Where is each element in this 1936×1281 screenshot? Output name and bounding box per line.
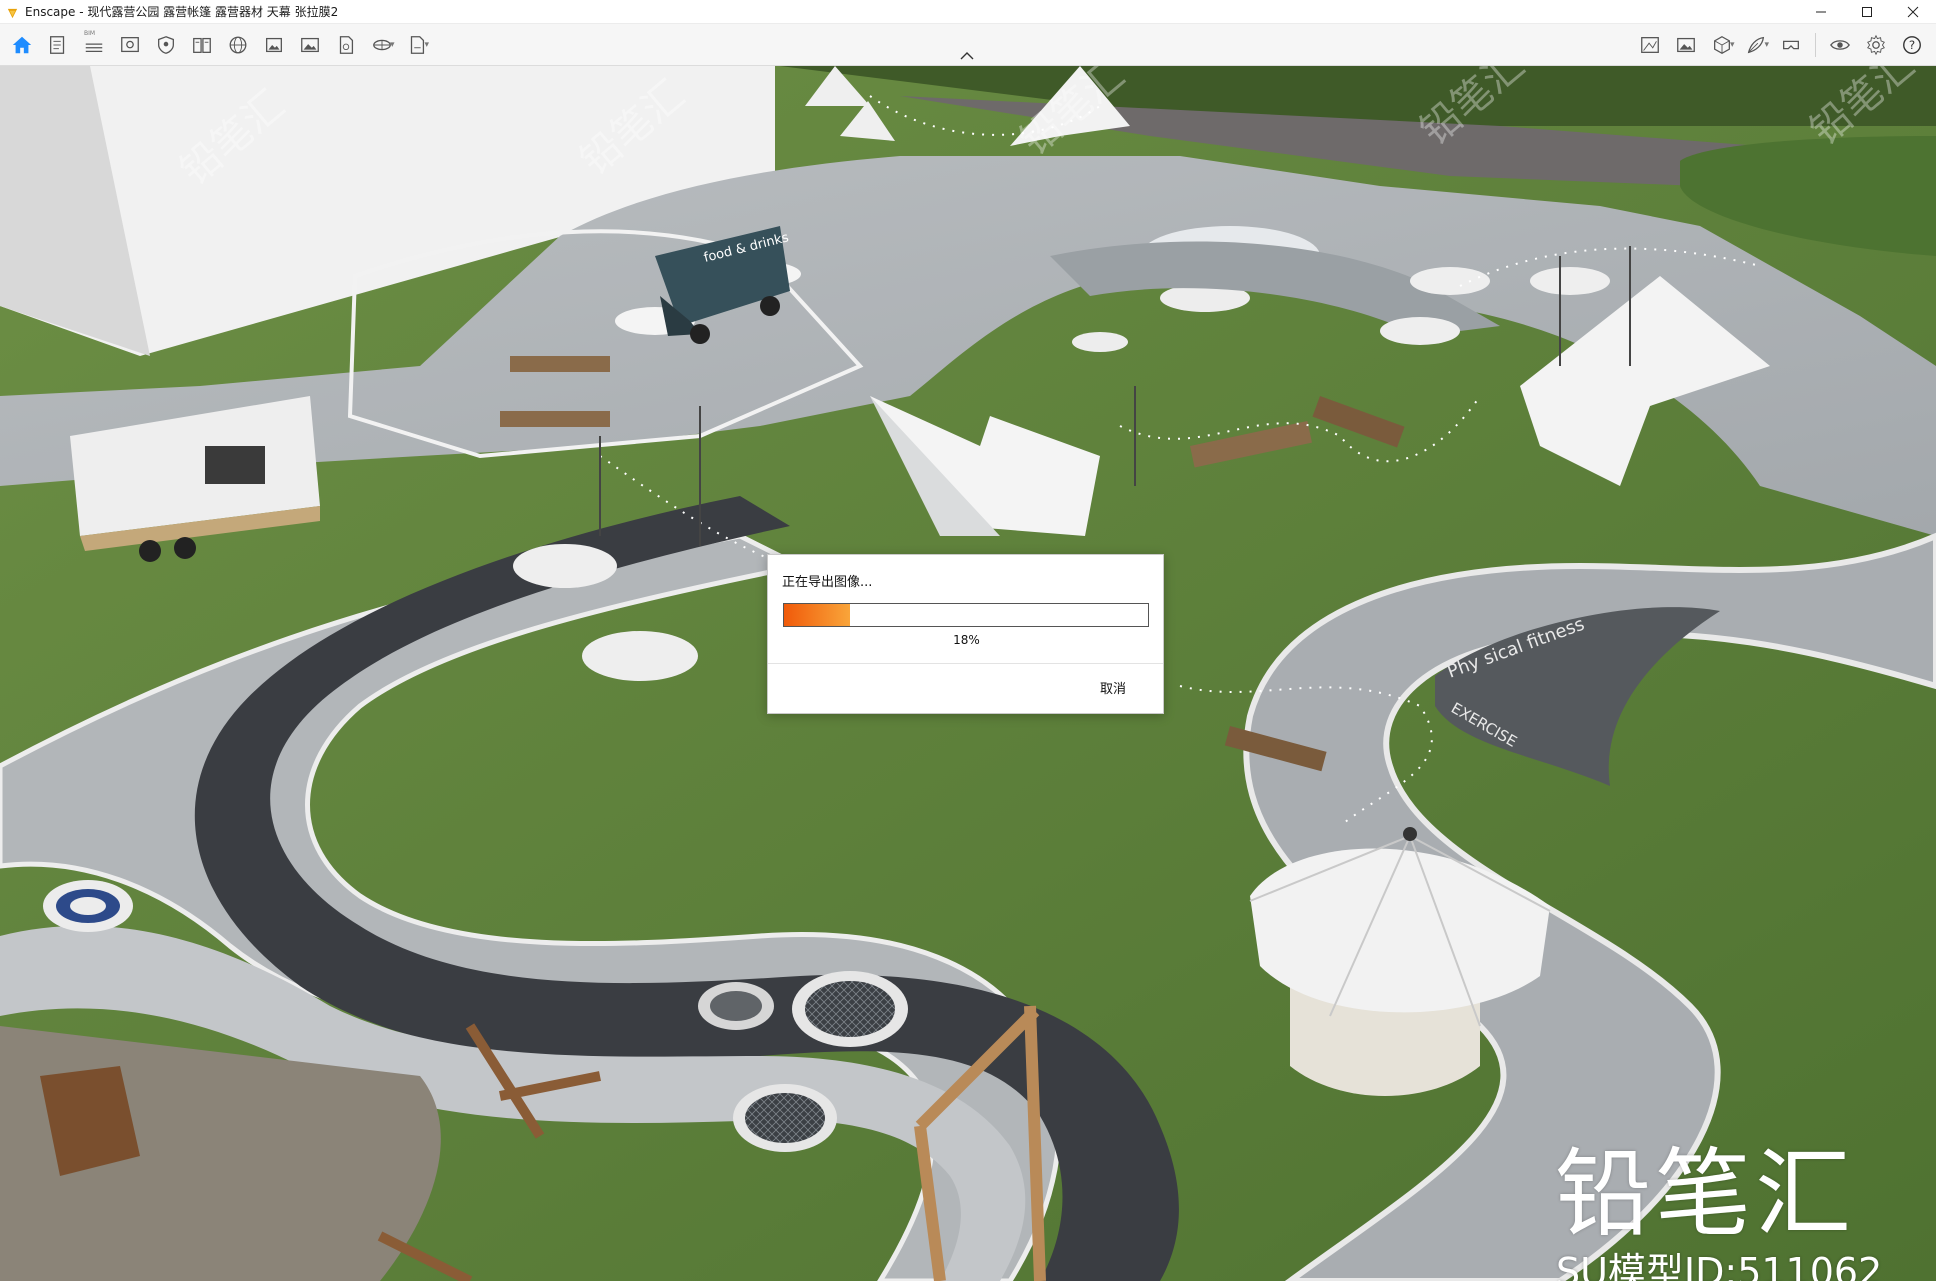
enscape-logo-icon [6, 5, 19, 19]
toolbar-right: ▾ ▾ ? [1632, 24, 1930, 65]
document-button[interactable] [40, 27, 76, 63]
toolbar-left: BIM ▾ ▾ [0, 24, 433, 65]
minimize-icon [1816, 11, 1826, 13]
export-progress-dialog: 正在导出图像... 18% 取消 [767, 554, 1164, 714]
window-controls [1798, 0, 1936, 24]
dialog-title: 正在导出图像... [782, 575, 873, 590]
maximize-button[interactable] [1844, 0, 1890, 24]
help-icon: ? [1903, 35, 1921, 54]
bim-icon [85, 42, 103, 52]
book-button[interactable] [184, 27, 220, 63]
asset-library-button[interactable] [148, 27, 184, 63]
file-export-icon [339, 35, 354, 54]
progress-percent-label: 18% [953, 633, 980, 647]
screenshot-button[interactable] [256, 27, 292, 63]
map-icon [1641, 36, 1659, 53]
shield-icon [158, 35, 174, 54]
exe-export-icon [410, 35, 424, 54]
panorama-icon [373, 39, 391, 50]
patio-umbrella [513, 544, 617, 588]
exe-export-button[interactable] [399, 27, 435, 63]
close-button[interactable] [1890, 0, 1936, 24]
cancel-button[interactable]: 取消 [1083, 678, 1143, 702]
picture-button[interactable] [1668, 27, 1704, 63]
cube-button[interactable] [1704, 27, 1740, 63]
picture-icon [1677, 37, 1695, 52]
window-title: Enscape - 现代露营公园 露营帐篷 露营器材 天幕 张拉膜2 [25, 5, 339, 19]
settings-button[interactable] [1858, 27, 1894, 63]
dialog-divider [768, 663, 1163, 664]
home-button[interactable] [4, 27, 40, 63]
export-progress-fill [784, 604, 850, 626]
vr-headset-icon [1783, 40, 1799, 49]
globe-icon [229, 36, 247, 53]
document-icon [50, 35, 65, 54]
book-icon [193, 37, 211, 53]
bim-label: BIM [84, 29, 96, 37]
home-icon [12, 36, 32, 53]
cube-icon [1713, 35, 1730, 54]
watermark-model-id: SU模型ID:511062 [1556, 1250, 1883, 1281]
globe-button[interactable] [220, 27, 256, 63]
file-export-button[interactable] [328, 27, 364, 63]
maximize-icon [1862, 7, 1872, 17]
title-bar: Enscape - 现代露营公园 露营帐篷 露营器材 天幕 张拉膜2 [0, 0, 1936, 24]
bim-button[interactable]: BIM [76, 27, 112, 63]
view-button[interactable] [112, 27, 148, 63]
settings-icon [1867, 34, 1885, 55]
minimize-button[interactable] [1798, 0, 1844, 24]
feather-icon [1748, 36, 1765, 53]
panorama-button[interactable] [364, 27, 400, 63]
image-button[interactable] [292, 27, 328, 63]
help-button[interactable]: ? [1894, 27, 1930, 63]
toolbar-divider [1815, 32, 1816, 57]
image-icon [301, 37, 319, 52]
collapse-toolbar-chevron-icon[interactable] [958, 50, 976, 62]
vr-headset-button[interactable] [1773, 27, 1809, 63]
watermark-logo-text: 铅笔汇 [1555, 1138, 1855, 1250]
map-button[interactable] [1632, 27, 1668, 63]
eye-button[interactable] [1822, 27, 1858, 63]
svg-text:?: ? [1909, 38, 1915, 52]
feather-button[interactable] [1738, 27, 1774, 63]
view-icon [121, 36, 139, 52]
close-icon [1907, 6, 1919, 18]
eye-icon [1830, 39, 1850, 50]
export-progress-bar [783, 603, 1149, 627]
screenshot-icon [266, 37, 282, 52]
